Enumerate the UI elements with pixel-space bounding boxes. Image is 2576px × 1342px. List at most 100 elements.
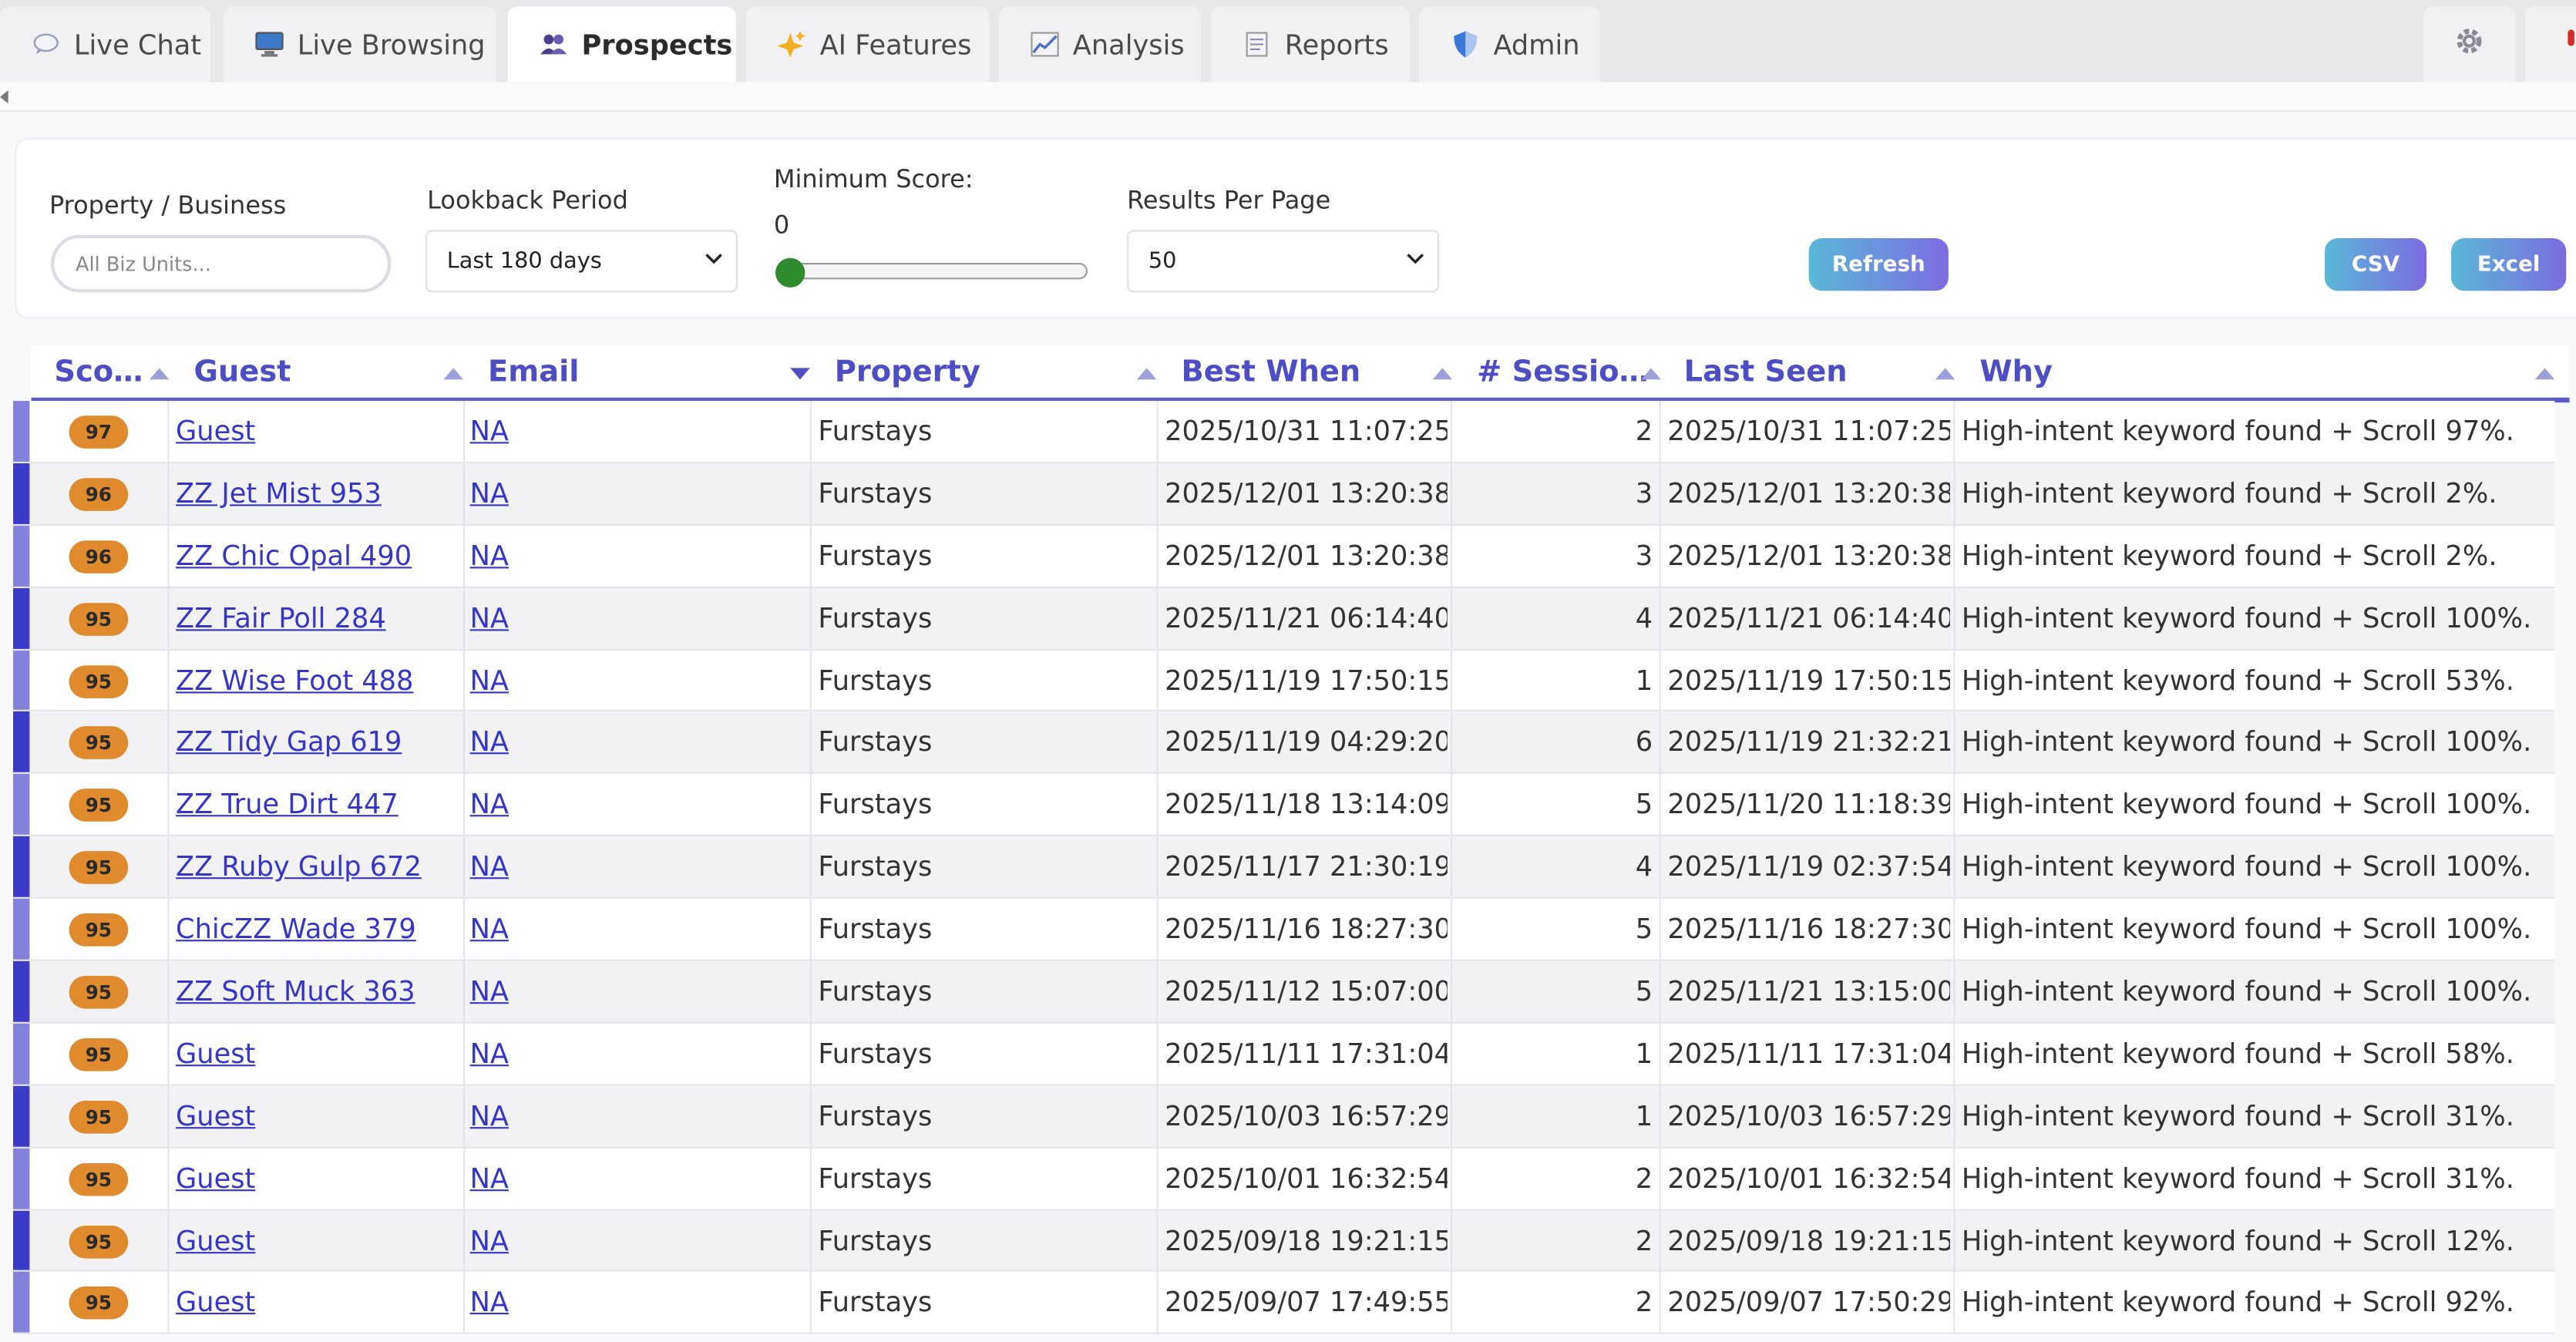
tab-label: Reports: [1284, 29, 1389, 60]
why-cell: High-intent keyword found + Scroll 2%.: [1961, 477, 2497, 510]
column-header-best-when[interactable]: Best When: [1181, 355, 1360, 389]
table-body: 97 Guest NA Furstays 2025/10/31 11:07:25 2 202…: [13, 401, 2555, 1335]
min-score-slider[interactable]: [779, 263, 1088, 280]
guest-link[interactable]: ChicZZ Wade 379: [176, 913, 416, 944]
cell-divider: [167, 1023, 170, 1085]
column-header-score[interactable]: Sco…: [54, 355, 143, 389]
tab-reports[interactable]: Reports: [1210, 6, 1410, 82]
score-badge: 95: [69, 1287, 129, 1320]
property-cell: Furstays: [818, 789, 933, 821]
sort-desc-icon[interactable]: [790, 368, 810, 380]
guest-link[interactable]: ZZ Soft Muck 363: [176, 976, 415, 1007]
cell-divider: [1156, 1085, 1159, 1147]
last-seen-cell: 2025/12/01 13:20:38: [1667, 477, 1950, 510]
per-page-select[interactable]: 50: [1127, 230, 1440, 293]
email-link[interactable]: NA: [470, 913, 509, 944]
email-link[interactable]: NA: [470, 851, 509, 882]
email-link[interactable]: NA: [470, 540, 509, 571]
guest-link[interactable]: ZZ Ruby Gulp 672: [176, 851, 422, 882]
table-row[interactable]: 96 ZZ Jet Mist 953 NA Furstays 2025/12/01 13…: [13, 462, 2555, 526]
table-row[interactable]: 95 ZZ True Dirt 447 NA Furstays 2025/11/18 1…: [13, 774, 2555, 837]
email-link[interactable]: NA: [470, 1100, 509, 1131]
column-header-guest[interactable]: Guest: [194, 355, 291, 389]
email-link[interactable]: NA: [470, 976, 509, 1007]
tab-admin[interactable]: Admin: [1419, 6, 1600, 82]
guest-link[interactable]: ZZ Fair Poll 284: [176, 602, 386, 633]
email-link[interactable]: NA: [470, 727, 509, 758]
guest-link[interactable]: ZZ Jet Mist 953: [176, 478, 382, 509]
email-link[interactable]: NA: [470, 478, 509, 509]
tab-bar: Live Chat Live Browsing Prospects AI Fea…: [0, 0, 2576, 82]
guest-link[interactable]: ZZ Wise Foot 488: [176, 664, 413, 695]
sort-asc-icon[interactable]: [2534, 368, 2555, 380]
email-link[interactable]: NA: [470, 1287, 509, 1318]
score-badge: 95: [69, 727, 129, 760]
table-row[interactable]: 97 Guest NA Furstays 2025/10/31 11:07:25 2 202…: [13, 401, 2555, 463]
tab-label: Admin: [1493, 29, 1580, 60]
column-header-why[interactable]: Why: [1979, 355, 2053, 389]
table-row[interactable]: 95 Guest NA Furstays 2025/09/18 19:21:15 2 202…: [13, 1209, 2555, 1273]
guest-link[interactable]: ZZ True Dirt 447: [176, 789, 399, 820]
guest-link[interactable]: Guest: [176, 1100, 255, 1131]
score-badge: 95: [69, 976, 129, 1009]
table-row[interactable]: 95 ZZ Ruby Gulp 672 NA Furstays 2025/11/17 2…: [13, 836, 2555, 900]
lookback-select[interactable]: Last 180 days: [425, 230, 738, 293]
email-link[interactable]: NA: [470, 1038, 509, 1069]
email-link[interactable]: NA: [470, 1225, 509, 1256]
excel-export-button[interactable]: Excel: [2451, 238, 2567, 291]
cell-divider: [809, 1148, 812, 1209]
min-score-slider-handle[interactable]: [775, 257, 805, 288]
row-indicator: [13, 650, 30, 711]
table-row[interactable]: 95 ZZ Tidy Gap 619 NA Furstays 2025/11/19 04…: [13, 711, 2555, 775]
sort-asc-icon[interactable]: [1641, 368, 1661, 380]
column-header-last-seen[interactable]: Last Seen: [1684, 355, 1848, 389]
guest-link[interactable]: Guest: [176, 1287, 255, 1318]
email-link[interactable]: NA: [470, 789, 509, 820]
tab-prospects[interactable]: Prospects: [507, 6, 736, 82]
guest-link[interactable]: Guest: [176, 1038, 255, 1069]
sessions-cell: 2: [1635, 415, 1653, 447]
email-link[interactable]: NA: [470, 415, 509, 446]
csv-export-button[interactable]: CSV: [2324, 238, 2427, 291]
column-header-property[interactable]: Property: [835, 355, 980, 389]
sort-asc-icon[interactable]: [149, 368, 170, 380]
tab-live-chat[interactable]: Live Chat: [0, 6, 210, 82]
email-link[interactable]: NA: [470, 664, 509, 695]
table-row[interactable]: 95 Guest NA Furstays 2025/09/07 17:49:55 2 202…: [13, 1272, 2555, 1335]
guest-link[interactable]: ZZ Tidy Gap 619: [176, 727, 402, 758]
sort-asc-icon[interactable]: [443, 368, 464, 380]
cell-divider: [463, 1023, 466, 1085]
property-input[interactable]: All Biz Units...: [51, 234, 392, 293]
overflow-tab[interactable]: [2524, 6, 2576, 82]
sessions-cell: 3: [1635, 477, 1653, 510]
guest-link[interactable]: Guest: [176, 1225, 255, 1256]
table-row[interactable]: 95 Guest NA Furstays 2025/11/11 17:31:04 1 202…: [13, 1023, 2555, 1086]
tab-ai-features[interactable]: AI Features: [745, 6, 990, 82]
last-seen-cell: 2025/10/03 16:57:29: [1667, 1100, 1950, 1132]
document-icon: [1240, 31, 1273, 57]
guest-link[interactable]: Guest: [176, 415, 255, 446]
tab-analysis[interactable]: Analysis: [998, 6, 1202, 82]
refresh-button[interactable]: Refresh: [1808, 238, 1949, 291]
table-row[interactable]: 95 ChicZZ Wade 379 NA Furstays 2025/11/16 18…: [13, 899, 2555, 961]
column-header-sessions[interactable]: # Sessio…: [1477, 355, 1649, 389]
guest-link[interactable]: ZZ Chic Opal 490: [176, 540, 412, 571]
guest-link[interactable]: Guest: [176, 1162, 255, 1193]
collapse-strip[interactable]: [0, 82, 2576, 112]
table-row[interactable]: 95 ZZ Wise Foot 488 NA Furstays 2025/11/19 1…: [13, 650, 2555, 712]
table-row[interactable]: 95 ZZ Fair Poll 284 NA Furstays 2025/11/21 0…: [13, 587, 2555, 651]
last-seen-cell: 2025/11/19 02:37:54: [1667, 851, 1950, 883]
table-row[interactable]: 95 Guest NA Furstays 2025/10/01 16:32:54 2 202…: [13, 1148, 2555, 1210]
email-link[interactable]: NA: [470, 1162, 509, 1193]
table-row[interactable]: 95 ZZ Soft Muck 363 NA Furstays 2025/11/12 1…: [13, 960, 2555, 1024]
table-row[interactable]: 96 ZZ Chic Opal 490 NA Furstays 2025/12/01 1…: [13, 525, 2555, 588]
sort-asc-icon[interactable]: [1136, 368, 1157, 380]
cell-divider: [1659, 1023, 1661, 1085]
table-row[interactable]: 95 Guest NA Furstays 2025/10/03 16:57:29 1 202…: [13, 1085, 2555, 1149]
email-link[interactable]: NA: [470, 602, 509, 633]
sort-asc-icon[interactable]: [1935, 368, 1956, 380]
settings-button[interactable]: [2423, 6, 2516, 82]
tab-live-browsing[interactable]: Live Browsing: [223, 6, 496, 82]
sort-asc-icon[interactable]: [1432, 368, 1453, 380]
column-header-email[interactable]: Email: [488, 355, 579, 389]
